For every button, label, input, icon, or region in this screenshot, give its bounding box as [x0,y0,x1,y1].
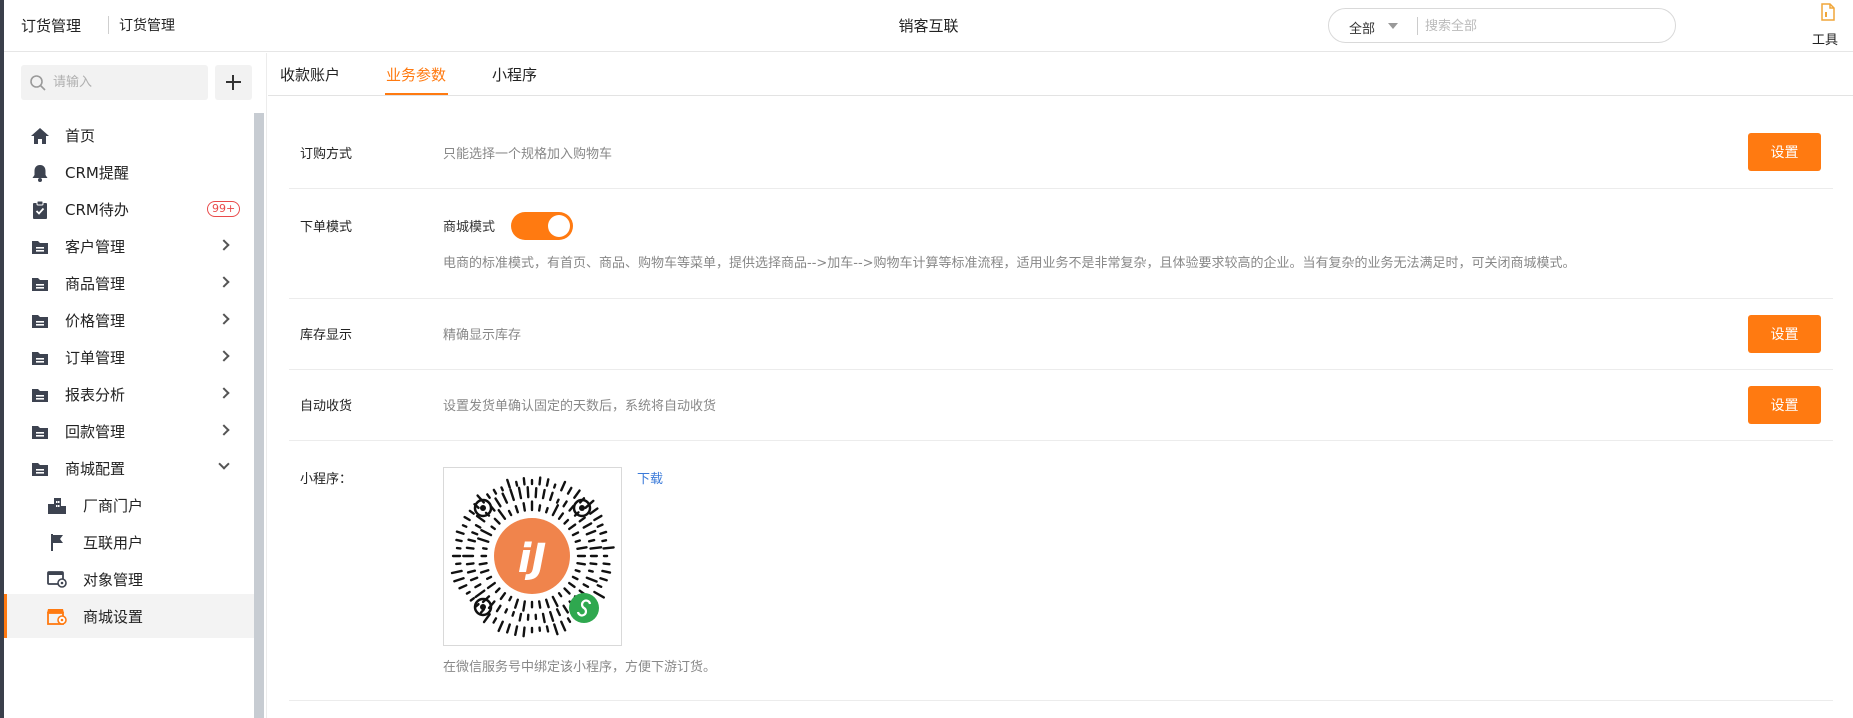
sidebar-item-label: 商城配置 [65,460,126,478]
clipboard-check-icon [33,200,47,219]
home-icon [31,128,49,144]
setting-label: 库存显示 [300,328,353,343]
setting-label: 订购方式 [300,147,353,162]
order-method-settings-button[interactable]: 设置 [1748,133,1821,171]
sidebar-item-label: 价格管理 [65,312,126,330]
sidebar: 首页 CRM提醒 CRM待办 99+ 客户管理 商品管理 价格管理 订单管理 报… [4,53,267,718]
tab-payment-account[interactable]: 收款账户 [280,64,340,85]
folder-icon [32,463,48,476]
mall-mode-description: 电商的标准模式，有首页、商品、购物车等菜单，提供选择商品-->加车-->购物车计… [443,256,1576,271]
sidebar-subitem-mall-settings[interactable]: 商城设置 [4,594,254,638]
folder-icon [32,389,48,402]
setting-label: 小程序： [300,472,353,487]
caret-down-icon[interactable] [1388,23,1398,29]
sidebar-search [21,65,208,100]
sidebar-search-input[interactable] [53,71,201,93]
object-settings-icon [47,571,67,588]
sidebar-item-label: 首页 [65,127,96,145]
global-search: 全部 [1328,8,1676,43]
tools-icon[interactable] [1820,3,1836,21]
chevron-right-icon [218,350,230,362]
chevron-right-icon [218,313,230,325]
flag-icon [51,534,63,551]
app-title[interactable]: 订货管理 [21,15,81,36]
chevron-right-icon [218,276,230,288]
breadcrumb[interactable]: 订货管理 [119,15,175,35]
setting-row-auto-receive: 自动收货 设置发货单确认固定的天数后，系统将自动收货 设置 [289,370,1833,441]
sidebar-subitem-label: 互联用户 [83,534,144,552]
setting-row-order-method: 订购方式 只能选择一个规格加入购物车 设置 [289,118,1833,189]
sidebar-scrollbar[interactable] [254,113,264,718]
setting-value: 精确显示库存 [443,328,522,343]
folder-icon [32,278,48,291]
tab-business-params[interactable]: 业务参数 [386,64,446,85]
search-scope-select[interactable]: 全部 [1349,18,1375,37]
setting-value: 只能选择一个规格加入购物车 [443,147,613,162]
building-icon [48,498,66,514]
search-input[interactable] [1425,15,1655,37]
download-link[interactable]: 下载 [637,468,663,487]
chevron-right-icon [218,387,230,399]
top-header: 订货管理 订货管理 销客互联 全部 工具 [4,0,1853,52]
sidebar-item-label: 商品管理 [65,275,126,293]
bell-icon [32,165,48,182]
sidebar-item-label: 客户管理 [65,238,126,256]
sidebar-item-label: CRM待办 [65,201,129,219]
divider [1417,17,1418,35]
settings-tabs: 收款账户 业务参数 小程序 [268,53,1853,96]
chevron-right-icon [218,424,230,436]
setting-value: 设置发货单确认固定的天数后，系统将自动收货 [443,399,717,414]
setting-row-order-mode: 下单模式 商城模式 电商的标准模式，有首页、商品、购物车等菜单，提供选择商品--… [289,189,1833,299]
stock-display-settings-button[interactable]: 设置 [1748,315,1821,353]
sidebar-item-label: 回款管理 [65,423,126,441]
tools-label[interactable]: 工具 [1812,29,1838,48]
chevron-right-icon [218,239,230,251]
folder-icon [32,315,48,328]
sidebar-item-label: 订单管理 [65,349,126,367]
setting-row-stock-display: 库存显示 精确显示库存 设置 [289,299,1833,370]
divider [108,16,109,34]
folder-icon [32,241,48,254]
folder-icon [32,352,48,365]
search-icon [30,75,46,91]
setting-label: 自动收货 [300,399,353,414]
active-tab-indicator [385,93,448,95]
sidebar-subitem-label: 厂商门户 [83,497,144,515]
qr-logo-text: iJ [518,536,547,582]
folder-icon [32,426,48,439]
todo-count-badge: 99+ [207,201,241,217]
tab-mini-program[interactable]: 小程序 [492,64,537,85]
sidebar-subitem-label: 商城设置 [83,608,144,626]
qr-code-image: iJ [450,476,615,638]
setting-label: 下单模式 [300,220,353,235]
store-settings-icon [47,609,67,625]
mall-mode-label: 商城模式 [443,220,496,235]
auto-receive-settings-button[interactable]: 设置 [1748,386,1821,424]
chevron-down-icon [218,458,230,470]
sidebar-item-label: 报表分析 [65,386,126,404]
sidebar-subitem-label: 对象管理 [83,571,144,589]
mini-program-note: 在微信服务号中绑定该小程序，方便下游订货。 [443,660,717,675]
add-button[interactable] [215,65,252,100]
sidebar-item-label: CRM提醒 [65,164,129,182]
page-title: 销客互联 [898,17,959,35]
mini-program-qr-code: iJ [443,467,622,646]
mall-mode-toggle[interactable] [511,212,573,240]
